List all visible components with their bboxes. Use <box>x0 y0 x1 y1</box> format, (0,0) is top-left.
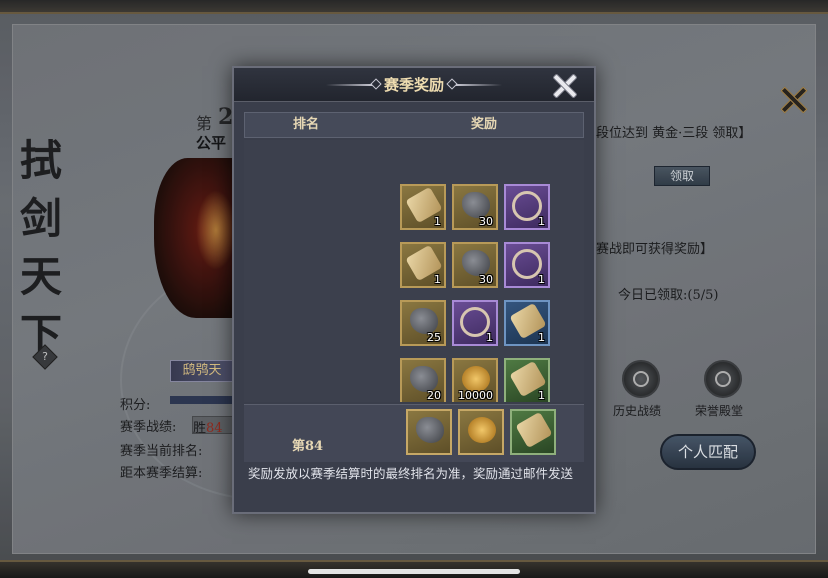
scroll-icon <box>515 411 553 449</box>
reward-list[interactable]: 130113011301251120100001 <box>244 140 584 402</box>
reward-note: 奖励发放以赛季结算时的最终排名为准，奖励通过邮件发送 <box>248 466 574 481</box>
home-indicator <box>308 569 520 574</box>
column-rank: 排名 <box>293 117 320 132</box>
item-quantity: 1 <box>538 215 545 228</box>
reward-item-ore[interactable]: 30 <box>452 184 498 230</box>
modal-header: 赛季奖励 <box>234 68 594 102</box>
close-icon[interactable] <box>550 72 578 98</box>
item-quantity: 20 <box>427 389 441 402</box>
modal-title: 赛季奖励 <box>383 76 444 94</box>
reward-item-ore[interactable]: 25 <box>400 300 446 346</box>
ore-icon <box>416 417 444 443</box>
reward-row: 1301 <box>244 140 584 144</box>
reward-item-ring[interactable]: 1 <box>504 184 550 230</box>
my-reward-item-coin[interactable] <box>458 409 504 455</box>
reward-item-scroll[interactable]: 1 <box>504 300 550 346</box>
coin-icon <box>468 417 496 443</box>
item-quantity: 1 <box>538 389 545 402</box>
column-reward: 奖励 <box>471 117 498 132</box>
item-quantity: 1 <box>486 331 493 344</box>
table-header: 排名 奖励 <box>244 112 584 138</box>
item-quantity: 10000 <box>458 389 493 402</box>
item-quantity: 30 <box>479 215 493 228</box>
reward-item-ring[interactable]: 1 <box>504 242 550 288</box>
reward-row: 20 10000 1 <box>244 354 584 402</box>
my-rank-row: 第84 <box>244 404 584 462</box>
reward-item-scroll[interactable]: 1 <box>400 184 446 230</box>
reward-row: 1 30 1 <box>244 180 584 238</box>
item-quantity: 30 <box>479 273 493 286</box>
reward-item-ore[interactable]: 30 <box>452 242 498 288</box>
my-reward-item-ore[interactable] <box>406 409 452 455</box>
reward-item-ore[interactable]: 20 <box>400 358 446 402</box>
item-quantity: 1 <box>434 215 441 228</box>
reward-row: 25 1 1 <box>244 296 584 354</box>
item-quantity: 1 <box>538 331 545 344</box>
item-quantity: 1 <box>434 273 441 286</box>
my-rank-label: 第84 <box>292 439 324 454</box>
reward-row: 1 30 1 <box>244 238 584 296</box>
my-reward-item-scroll[interactable] <box>510 409 556 455</box>
ornament-line <box>456 84 502 86</box>
reward-item-scroll[interactable]: 1 <box>400 242 446 288</box>
item-quantity: 25 <box>427 331 441 344</box>
reward-item-coin[interactable]: 10000 <box>452 358 498 402</box>
item-quantity: 1 <box>538 273 545 286</box>
reward-item-ring[interactable]: 1 <box>452 300 498 346</box>
reward-item-scroll[interactable]: 1 <box>504 358 550 402</box>
season-rewards-modal: 赛季奖励 排名 奖励 130113011301251120100001 第84 … <box>232 66 596 514</box>
